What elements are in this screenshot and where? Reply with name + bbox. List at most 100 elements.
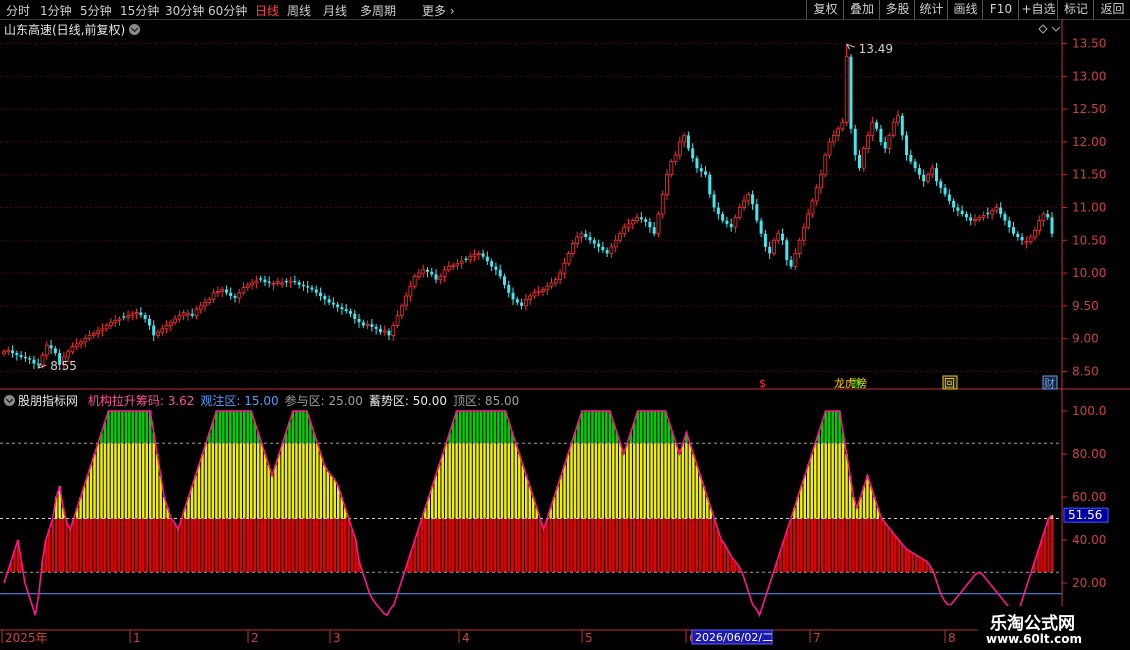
candle-body bbox=[476, 253, 481, 256]
indicator-bar-green bbox=[497, 411, 500, 444]
candle-body bbox=[858, 155, 862, 169]
candle-body bbox=[181, 312, 186, 317]
candle-body bbox=[781, 233, 785, 241]
indicator-bar-yellow bbox=[458, 443, 462, 519]
indicator-bar-yellow bbox=[316, 443, 319, 519]
chart-area[interactable]: 13.50 13.00 12.50 12.00 11.50 11.00 10.50 10.00… bbox=[0, 0, 1130, 650]
indicator-bar-red bbox=[890, 531, 894, 573]
indicator-bar-red bbox=[284, 518, 288, 573]
indicator-legend: 股朋指标网 机构拉升筹码: 3.62 观注区: 15.00 参与区: 25.00 蓄势… bbox=[4, 392, 519, 409]
indicator-bar-yellow bbox=[215, 443, 218, 519]
indicator-bar-red bbox=[841, 518, 845, 573]
indicator-bar-red bbox=[911, 552, 914, 573]
indicator-bar-yellow bbox=[326, 471, 330, 519]
indicator-bar-red bbox=[608, 518, 612, 573]
indicator-bar-green bbox=[493, 411, 497, 444]
indicator-bar-red bbox=[316, 518, 319, 573]
indicator-bar-green bbox=[229, 411, 232, 444]
indicator-bar-red bbox=[148, 518, 152, 573]
indicator-bar-red bbox=[309, 518, 312, 573]
indicator-bar-red bbox=[573, 518, 577, 573]
candle-body bbox=[520, 302, 524, 306]
indicator-bar-yellow bbox=[497, 443, 500, 519]
candle-body bbox=[323, 296, 327, 300]
indicator-bar-red bbox=[183, 518, 187, 573]
candle-body bbox=[660, 193, 665, 215]
indicator-bar-green bbox=[462, 411, 465, 444]
indicator-bar-red bbox=[236, 518, 239, 573]
candle-body bbox=[229, 292, 233, 297]
indicator-dropdown-icon[interactable] bbox=[4, 395, 15, 406]
candle-body bbox=[160, 328, 165, 333]
indicator-bar-yellow bbox=[699, 475, 702, 519]
candle-body bbox=[960, 210, 964, 215]
candle-body bbox=[768, 246, 772, 254]
indicator-bar-yellow bbox=[222, 443, 225, 519]
indicator-bar-yellow bbox=[695, 464, 699, 519]
candle-body bbox=[442, 269, 447, 277]
candle-body bbox=[541, 289, 545, 292]
indicator-bar-yellow bbox=[124, 443, 128, 519]
candle-body bbox=[900, 115, 904, 136]
indicator-bar-yellow bbox=[493, 443, 497, 519]
candle-body bbox=[186, 313, 190, 316]
indicator-bar-yellow bbox=[587, 443, 591, 519]
indicator-bar-red bbox=[713, 518, 716, 573]
indicator-bar-red bbox=[270, 518, 274, 573]
candle-body bbox=[173, 318, 178, 323]
indicator-bar-red bbox=[162, 518, 166, 573]
watermark: 乐淘公式网 www.60lt.com bbox=[978, 606, 1130, 650]
indicator-bar-green bbox=[643, 411, 646, 444]
indicator-bar-green bbox=[225, 411, 229, 444]
indicator-bar-red bbox=[883, 522, 887, 573]
candle-body bbox=[699, 168, 703, 172]
indicator-bar-red bbox=[274, 518, 277, 573]
candle-body bbox=[301, 284, 305, 287]
candle-body bbox=[96, 330, 101, 334]
indicator-bar-red bbox=[201, 518, 204, 573]
indicator-bar-red bbox=[277, 518, 281, 573]
indicator-bar-red bbox=[810, 518, 814, 573]
indicator-bar-red bbox=[615, 518, 619, 573]
indicator-bar-yellow bbox=[827, 443, 831, 519]
candle-body bbox=[584, 233, 588, 238]
indicator-bar-yellow bbox=[591, 443, 594, 519]
indicator-bar-green bbox=[117, 411, 121, 444]
indicator-bar-yellow bbox=[479, 443, 483, 519]
indicator-bar-yellow bbox=[810, 454, 814, 519]
event-marker: 财 bbox=[1044, 376, 1055, 390]
indicator-bar-red bbox=[873, 518, 876, 573]
indicator-bar-red bbox=[612, 518, 615, 573]
candle-body bbox=[53, 348, 57, 354]
indicator-bar-red bbox=[61, 518, 65, 573]
candle-body bbox=[340, 307, 344, 310]
indicator-bar-yellow bbox=[93, 454, 96, 519]
indicator-legend-item-0: 机构拉升筹码: 3.62 bbox=[87, 394, 195, 408]
candle-body bbox=[32, 359, 36, 364]
indicator-bar-red bbox=[469, 518, 472, 573]
candle-body bbox=[823, 154, 828, 176]
candle-body bbox=[686, 135, 690, 149]
indicator-bar-yellow bbox=[598, 443, 601, 519]
indicator-bar-red bbox=[281, 518, 284, 573]
indicator-bar-yellow bbox=[152, 443, 155, 519]
indicator-axis-label: 60.00 bbox=[1072, 490, 1106, 504]
candle-body bbox=[6, 350, 11, 353]
indicator-bar-red bbox=[225, 518, 229, 573]
candle-body bbox=[635, 216, 639, 222]
time-axis-label: 7 bbox=[813, 631, 821, 645]
indicator-bar-yellow bbox=[643, 443, 646, 519]
indicator-bar-green bbox=[131, 411, 135, 444]
indicator-bar-yellow bbox=[312, 443, 316, 519]
indicator-bar-red bbox=[476, 518, 479, 573]
candle-body bbox=[378, 328, 382, 333]
candle-body bbox=[399, 305, 404, 317]
indicator-bar-green bbox=[605, 411, 608, 444]
indicator-bar-red bbox=[249, 518, 253, 573]
indicator-bar-red bbox=[619, 518, 622, 573]
candle-body bbox=[511, 292, 515, 300]
indicator-bar-red bbox=[437, 518, 441, 573]
candle-body bbox=[194, 308, 199, 317]
indicator-bar-red bbox=[288, 518, 291, 573]
indicator-bar-red bbox=[260, 518, 263, 573]
